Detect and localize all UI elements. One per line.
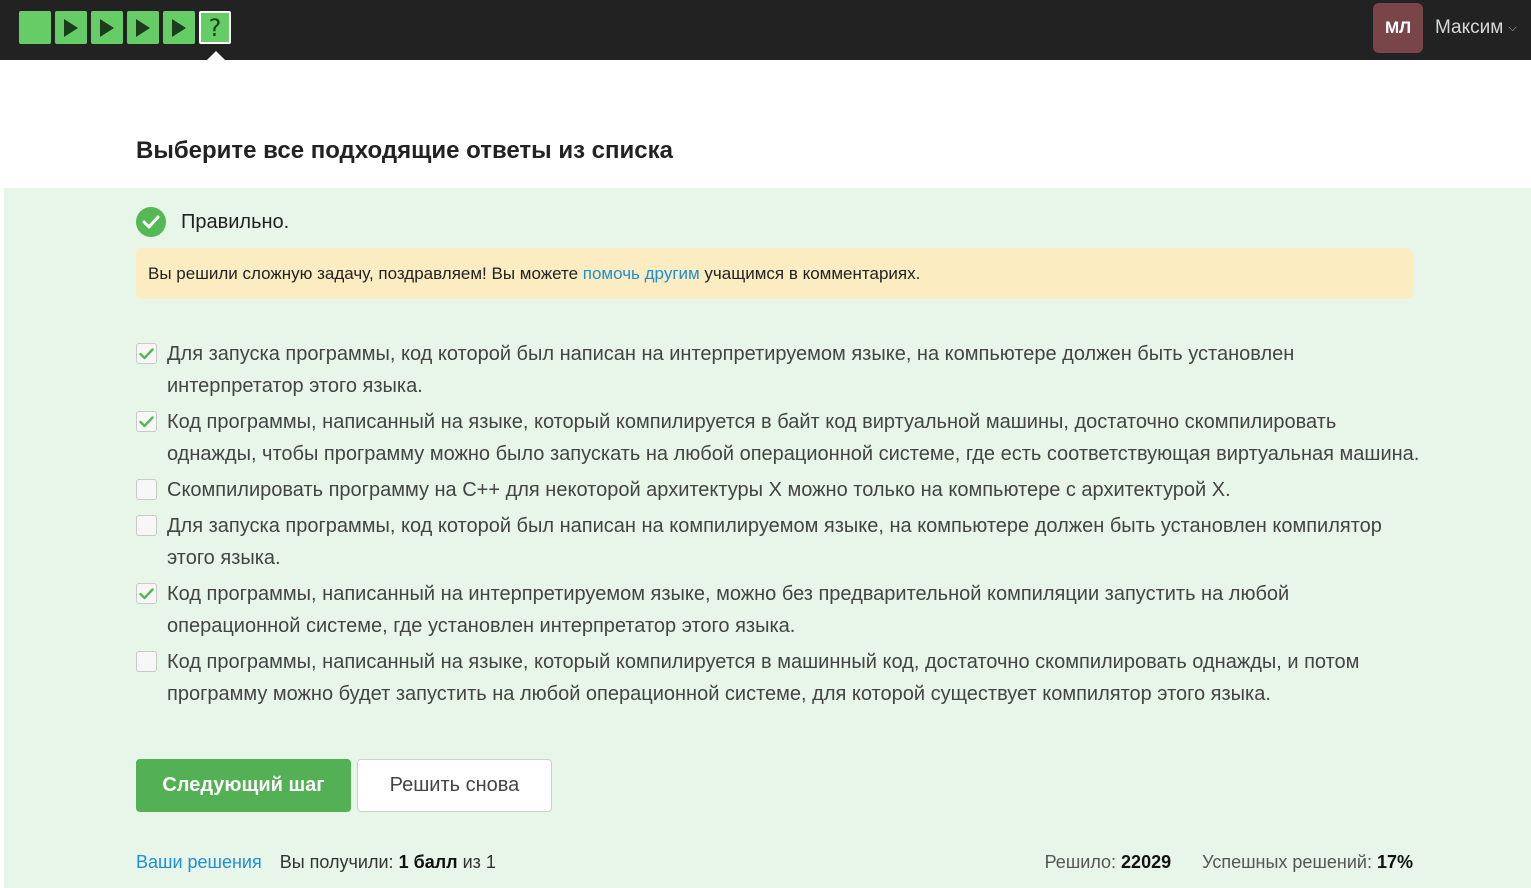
success-rate: 17% [1376,852,1413,872]
play-icon [64,18,78,37]
step-stats: Решило: 22029 Успешных решений: 17% [1045,852,1413,873]
step-1-text[interactable] [19,11,51,44]
answer-option-text: Код программы, написанный на языке, кото… [167,651,1360,705]
answer-option[interactable]: Для запуска программы, код которой был н… [136,510,1426,574]
answer-option[interactable]: Код программы, написанный на языке, кото… [136,406,1426,470]
retry-button[interactable]: Решить снова [357,759,552,812]
play-icon [172,18,186,37]
answer-option[interactable]: Для запуска программы, код которой был н… [136,338,1426,402]
user-menu[interactable]: Максим ⌵ [1435,17,1517,39]
step-4-code[interactable] [127,11,159,44]
checkbox-checked[interactable] [136,411,157,432]
score-label: Вы получили: [279,852,394,872]
checkbox[interactable] [136,651,157,672]
congrats-notice: Вы решили сложную задачу, поздравляем! В… [136,248,1413,299]
question-icon: ? [208,13,222,42]
lesson-steps: ? [19,11,235,44]
answer-option-text: Для запуска программы, код которой был н… [167,343,1295,397]
checkbox[interactable] [136,479,157,500]
answer-option-text: Код программы, написанный на языке, кото… [167,411,1420,465]
success-label: Успешных решений: [1202,852,1372,872]
current-step-pointer [207,51,225,60]
answer-option[interactable]: Код программы, написанный на интерпретир… [136,578,1426,642]
answer-option-text: Код программы, написанный на интерпретир… [167,583,1290,637]
help-others-link[interactable]: помочь другим [583,264,700,284]
username: Максим [1435,17,1504,38]
notice-text-after: учащимся в комментариях. [699,263,921,283]
step-6-quiz-current[interactable]: ? [199,11,231,44]
score-summary: Ваши решения Вы получили: 1 балл из 1 [136,852,496,873]
chevron-down-icon: ⌵ [1508,21,1517,34]
solved-count: 22029 [1121,852,1172,872]
step-2-code[interactable] [55,11,87,44]
result-status: Правильно. [136,207,289,237]
play-icon [100,18,114,37]
answer-option-text: Для запуска программы, код которой был н… [167,515,1382,569]
checkbox-checked[interactable] [136,583,157,604]
your-solutions-link[interactable]: Ваши решения [136,852,262,873]
answer-options: Для запуска программы, код которой был н… [136,338,1426,714]
notice-text-before: Вы решили сложную задачу, поздравляем! В… [148,263,583,283]
step-5-code[interactable] [163,11,195,44]
top-bar: ? МЛ Максим ⌵ [0,0,1531,60]
score-value: 1 балл [398,852,458,872]
answer-option[interactable]: Код программы, написанный на языке, кото… [136,646,1426,710]
next-step-button[interactable]: Следующий шаг [136,759,351,812]
step-3-code[interactable] [91,11,123,44]
check-circle-icon [136,207,166,237]
score-of: из 1 [462,852,496,872]
checkmark-icon [139,587,154,599]
answer-option[interactable]: Скомпилировать программу на C++ для неко… [136,474,1426,506]
checkmark-icon [139,415,154,427]
answer-option-text: Скомпилировать программу на C++ для неко… [167,479,1231,501]
play-icon [136,18,150,37]
quiz-title: Выберите все подходящие ответы из списка [136,137,673,164]
result-status-text: Правильно. [181,210,290,233]
avatar[interactable]: МЛ [1373,3,1423,53]
checkmark-icon [139,347,154,359]
solved-label: Решило: [1044,852,1117,872]
checkbox-checked[interactable] [136,343,157,364]
checkbox[interactable] [136,515,157,536]
